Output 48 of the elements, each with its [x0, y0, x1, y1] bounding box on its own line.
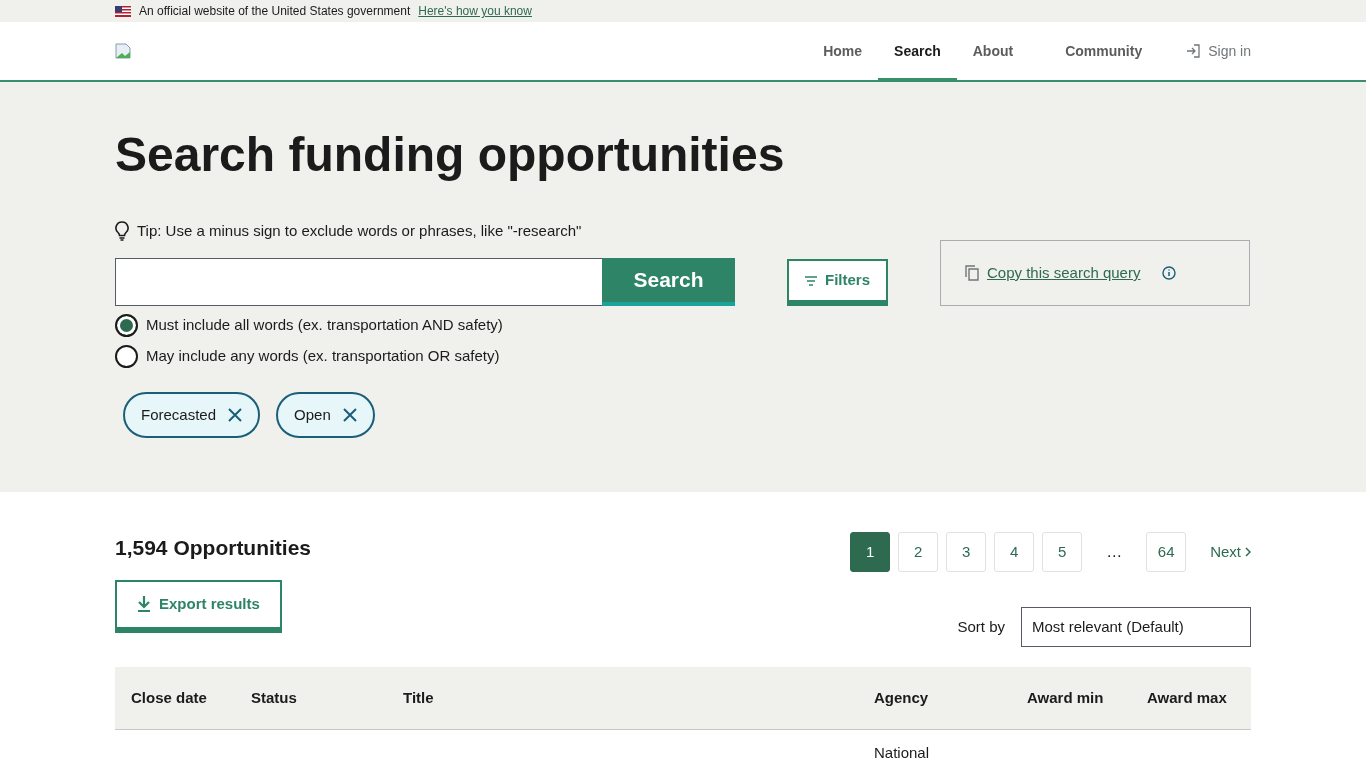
agency-cell: National	[874, 743, 930, 761]
radio-button[interactable]	[115, 314, 138, 338]
close-icon	[228, 408, 243, 423]
flag-icon	[115, 5, 131, 17]
lightbulb-icon	[115, 220, 129, 241]
broken-image-icon	[115, 42, 131, 59]
sort-select[interactable]: Most relevant (Default)	[1021, 607, 1251, 647]
copy-query-link[interactable]: Copy this search query	[987, 261, 1141, 285]
radio-label: May include any words (ex. transportation OR safety)	[146, 346, 500, 367]
page-button[interactable]: 1	[850, 532, 891, 572]
copy-icon	[965, 265, 979, 282]
filter-chip[interactable]: Forecasted	[123, 392, 261, 439]
column-header: Agency	[858, 667, 1011, 729]
download-icon	[137, 596, 151, 612]
pagination-ellipsis: …	[1105, 542, 1124, 562]
page-button[interactable]: 64	[1146, 532, 1187, 572]
column-header: Award min	[1011, 667, 1131, 729]
column-header: Close date	[115, 667, 235, 729]
nav-link[interactable]: Home	[807, 24, 879, 82]
tip-text: Tip: Use a minus sign to exclude words or phrases, like "-research"	[137, 220, 582, 241]
sort-label: Sort by	[957, 616, 1005, 637]
export-button[interactable]: Export results	[115, 579, 282, 633]
info-icon	[1162, 266, 1177, 281]
banner-link[interactable]: Here's how you know	[418, 2, 532, 20]
column-header: Status	[235, 667, 387, 729]
radio-button[interactable]	[115, 345, 138, 369]
chevron-right-icon	[1245, 547, 1251, 557]
filters-button[interactable]: Filters	[787, 259, 888, 307]
next-link[interactable]: Next	[1210, 540, 1251, 564]
filter-chip[interactable]: Open	[276, 392, 375, 439]
column-header: Title	[387, 667, 858, 729]
page-button[interactable]: 4	[994, 532, 1035, 572]
results-count: 1,594 Opportunities	[115, 535, 312, 561]
page-button[interactable]: 3	[946, 532, 987, 572]
sign-in-link[interactable]: Sign in	[1186, 40, 1251, 62]
nav-link[interactable]: About	[956, 24, 1030, 82]
banner-text: An official website of the United States government	[139, 3, 411, 20]
sign-in-icon	[1186, 44, 1201, 58]
search-button[interactable]: Search	[602, 258, 735, 307]
page-button[interactable]: 2	[898, 532, 939, 572]
radio-label: Must include all words (ex. transportation AND safety)	[146, 315, 503, 336]
close-icon	[342, 408, 357, 423]
search-field[interactable]	[115, 258, 602, 307]
column-header: Award max	[1131, 667, 1251, 729]
filter-icon	[805, 275, 817, 286]
page-button[interactable]: 5	[1042, 532, 1083, 572]
page-title: Search funding opportunities	[115, 127, 786, 183]
nav-link[interactable]: Community	[1049, 24, 1159, 82]
